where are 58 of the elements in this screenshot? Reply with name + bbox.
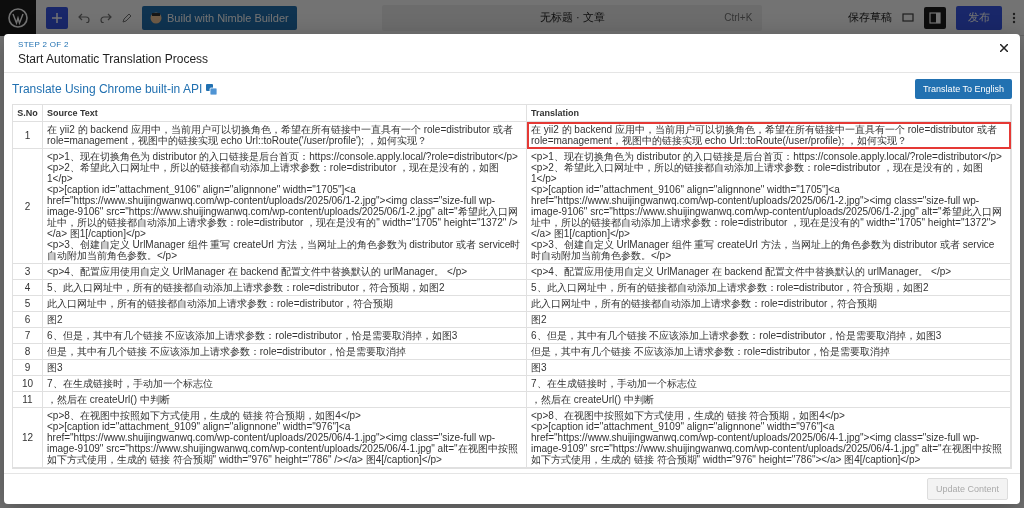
source-cell: <p>8、在视图中按照如下方式使用，生成的 链接 符合预期，如图4</p> <p>[caption id="attachment_9109" align="alignnone" width="976"]<a href="https://www.shuijingwanwq.com/wp-content/uploads/2025/06/4-1.jpg"><img class="size-full wp-image-9109" src="https://www.shuijingwanwq.com/wp-content/uploads/2025/06/4-1.jpg" alt="在视图中按照如下方式使用，生成的 链接 符合预期" width="976" height="786" /></a> 图4[/caption]</p> [43,408,527,468]
builder-button[interactable]: Build with Nimble Builder [142,5,297,30]
source-cell: 图2 [43,312,527,328]
row-number: 11 [13,392,43,408]
pen-icon[interactable] [122,12,132,23]
row-number: 9 [13,360,43,376]
source-cell: 7、在生成链接时，手动加一个标志位 [43,376,527,392]
logo-icon[interactable] [0,0,36,36]
source-cell: 此入口网址中，所有的链接都自动添加上请求参数：role=distributor，符合预期 [43,296,527,312]
undo-icon[interactable] [78,12,90,23]
row-number: 4 [13,280,43,296]
translate-button[interactable]: Translate To English [914,79,1012,99]
translation-cell: ，然后在 createUrl() 中判断 [527,392,1011,408]
source-cell: 但是，其中有几个链接 不应该添加上请求参数：role=distributor，恰是需要取消掉 [43,344,527,360]
dialog-title: Start Automatic Translation Process [18,52,210,66]
source-cell: 在 yii2 的 backend 应用中，当前用户可以切换角色，希望在所有链接中一直具有一个 role=distributor 或者 role=management，视图中的链接实现 echo Url::toRoute('/user/profile'); ，如何实现？ [43,122,527,149]
translation-cell: <p>8、在视图中按照如下方式使用，生成的 链接 符合预期，如图4</p> <p>[caption id="attachment_9109" align="alignnone" width="976"]<a href="https://www.shuijingwanwq.com/wp-content/uploads/2025/06/4-1.jpg"><img class="size-full wp-image-9109" src="https://www.shuijingwanwq.com/wp-content/uploads/2025/06/4-1.jpg" alt="在视图中按照如下方式使用，生成的 链接 符合预期" width="976" height="786"></a> 图4[/caption]</p> [527,408,1011,468]
row-number: 5 [13,296,43,312]
row-number: 8 [13,344,43,360]
row-number: 2 [13,149,43,264]
column-header: S.No [13,105,43,122]
highlighted-translation-cell: 在 yii2 的 backend 应用中，当前用户可以切换角色，希望在所有链接中一直具有一个 role=distributor 或者 role=management，视图中的链接实现 echo Url::toRoute(/user/profile); ，如何实现？ [527,122,1011,149]
source-cell: 图3 [43,360,527,376]
translate-icon [206,83,218,95]
step-label: STEP 2 OF 2 [18,40,70,49]
avatar-icon [150,11,162,24]
row-number: 3 [13,264,43,280]
section-heading: Translate Using Chrome built-in API [12,82,203,96]
translation-cell: 此入口网址中，所有的链接都自动添加上请求参数：role=distributor，符合预期 [527,296,1011,312]
translation-cell: <p>4、配置应用使用自定义 UrlManager 在 backend 配置文件中替换默认的 urlManager。 </p> [527,264,1011,280]
source-cell: 5、此入口网址中，所有的链接都自动添加上请求参数：role=distributor，符合预期，如图2 [43,280,527,296]
column-header: Translation [527,105,1011,122]
plus-icon [52,12,62,23]
source-cell: 6、但是，其中有几个链接 不应该添加上请求参数：role=distributor，恰是需要取消掉，如图3 [43,328,527,344]
more-icon[interactable] [1012,11,1016,24]
translation-cell: 但是，其中有几个链接 不应该添加上请求参数：role=distributor，恰是需要取消掉 [527,344,1011,360]
redo-icon[interactable] [100,12,112,23]
row-number: 12 [13,408,43,468]
translation-cell: 6、但是，其中有几个链接 不应该添加上请求参数：role=distributor，恰是需要取消掉，如图3 [527,328,1011,344]
row-number: 1 [13,122,43,149]
translation-cell: 5、此入口网址中，所有的链接都自动添加上请求参数：role=distributor，符合预期，如图2 [527,280,1011,296]
row-number: 10 [13,376,43,392]
row-number: 7 [13,328,43,344]
sidebar-toggle-icon[interactable] [924,6,946,29]
row-number: 6 [13,312,43,328]
save-draft-button[interactable]: 保存草稿 [848,10,892,25]
close-button[interactable] [1000,44,1008,52]
translation-cell: 图3 [527,360,1011,376]
source-cell: <p>4、配置应用使用自定义 UrlManager 在 backend 配置文件中替换默认的 urlManager。 </p> [43,264,527,280]
source-cell: ，然后在 createUrl() 中判断 [43,392,527,408]
add-block-button[interactable] [46,6,68,29]
preview-icon[interactable] [902,12,914,23]
translation-cell: 7、在生成链接时，手动加一个标志位 [527,376,1011,392]
source-cell: <p>1、现在切换角色为 distributor 的入口链接是后台首页：https://console.apply.local/?role=distributor</p> <p>2、希望此入口网址中，所以的链接都自动添加上请求参数：role=distributor ，现在是没有的，如图1</p> <p>[caption id="attachment_9106" align="alignnone" width="1705"]<a href="https://www.shuijingwanwq.com/wp-content/uploads/2025/06/1-2.jpg"><img class="size-full wp-image-9106" src="https://www.shuijingwanwq.com/wp-content/uploads/2025/06/1-2.jpg" alt="希望此入口网址中，所以的链接都自动添加上请求参数：role=distributor ，现在是没有的" width="1705" height="1372" /></a> 图1[/caption]</p> <p>3、创建自定义 UrlManager 组件 重写 createUrl 方法，当网址上的角色参数为 distributor 或者 service时自动附加当前角色参数。</p> [43,149,527,264]
translation-cell: <p>1、现在切换角色为 distributor 的入口链接是后台首页：https://console.apply.local/?role=distributor</p> <p>2、希望此入口网址中，所以的链接都自动添加上请求参数：role=distributor ，现在是没有的，如图1</p> <p>[caption id="attachment_9106" align="alignnone" width="1705"]<a href="https://www.shuijingwanwq.com/wp-content/uploads/2025/06/1-2.jpg"><img class="size-full wp-image-9106" src="https://www.shuijingwanwq.com/wp-content/uploads/2025/06/1-2.jpg" alt="希望此入口网址中，所以的链接都自动添加上请求参数：role=distributor ，现在是没有的" width="1705" height="1372"></a> 图1[/caption]</p> <p>3、创建自定义 UrlManager 组件 重写 createUrl 方法，当网址上的角色参数为 distributor 或者 service 时自动附加当前角色参数。</p> [527,149,1011,264]
publish-button[interactable]: 发布 [956,5,1002,30]
column-header: Source Text [43,105,527,122]
translation-cell: 图2 [527,312,1011,328]
